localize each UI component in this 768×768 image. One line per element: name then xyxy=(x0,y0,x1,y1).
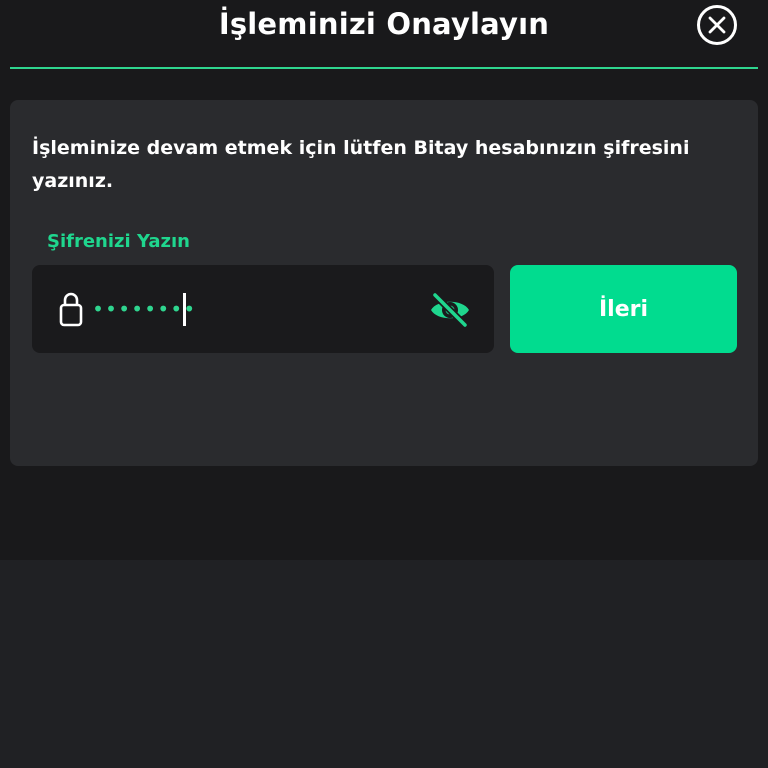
screen: İşleminizi Onaylayın İşleminize devam et… xyxy=(0,0,768,768)
modal-title: İşleminizi Onaylayın xyxy=(218,7,550,41)
close-button[interactable] xyxy=(697,5,737,45)
close-icon xyxy=(708,16,726,34)
eye-off-icon xyxy=(431,291,469,329)
password-field[interactable] xyxy=(32,265,494,353)
password-input[interactable] xyxy=(92,289,422,329)
lock-icon xyxy=(59,292,83,327)
text-caret xyxy=(183,293,186,326)
header-divider xyxy=(10,67,758,69)
password-label: Şifrenizi Yazın xyxy=(47,231,190,252)
password-card: İşleminize devam etmek için lütfen Bitay… xyxy=(10,100,758,466)
confirm-modal: İşleminizi Onaylayın İşleminize devam et… xyxy=(0,0,768,560)
modal-header: İşleminizi Onaylayın xyxy=(0,0,768,68)
instruction-text: İşleminize devam etmek için lütfen Bitay… xyxy=(32,137,690,192)
toggle-visibility-button[interactable] xyxy=(428,290,472,330)
next-button[interactable]: İleri xyxy=(510,265,737,353)
